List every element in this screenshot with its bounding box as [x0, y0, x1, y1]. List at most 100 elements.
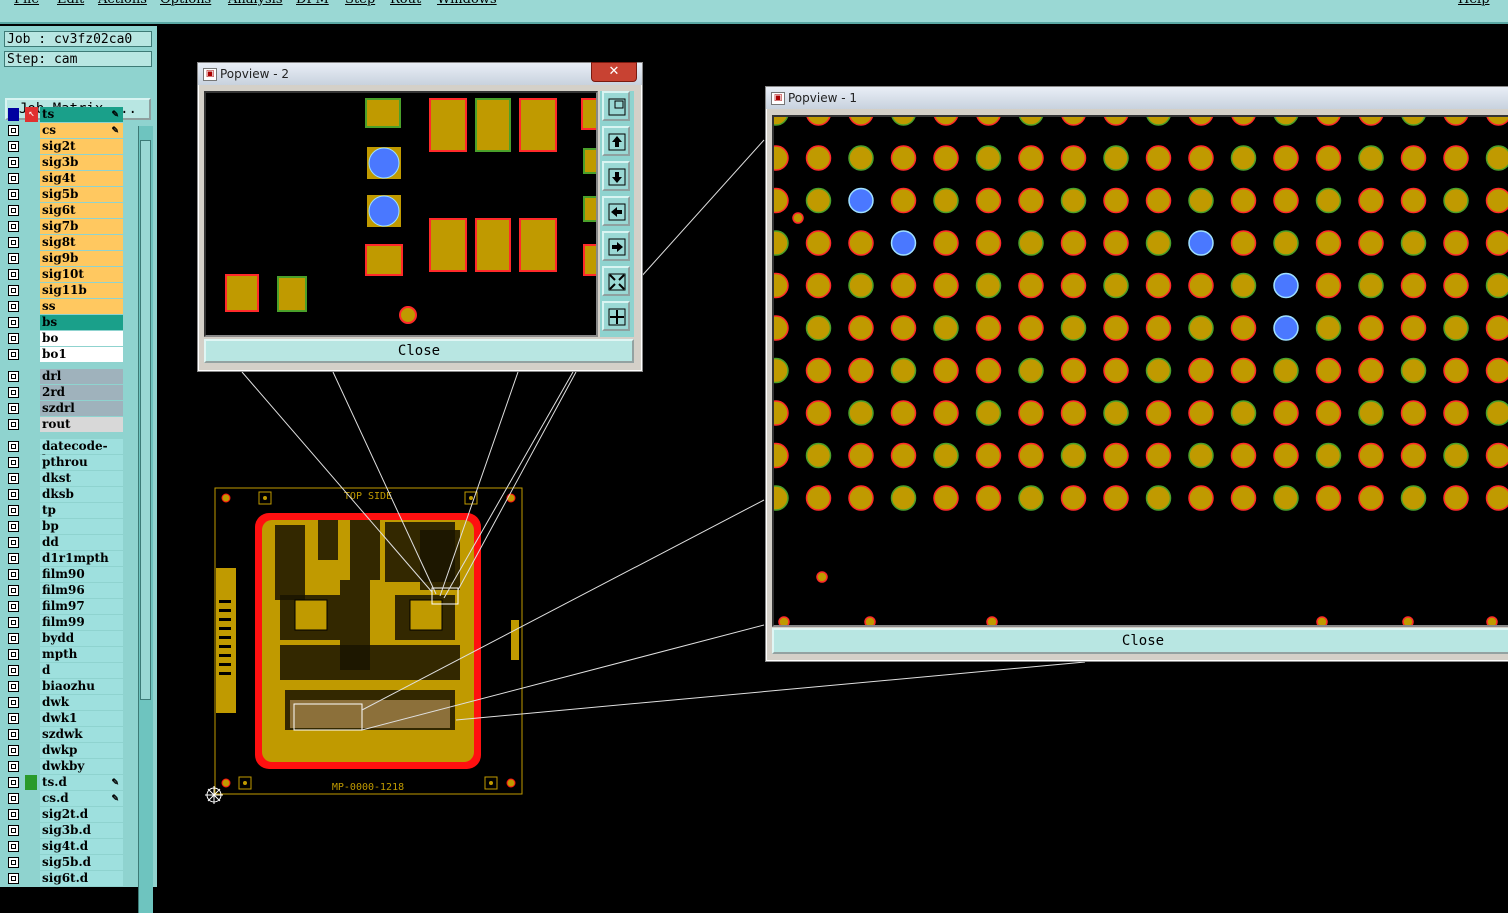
layer-row-ss[interactable]: ss [5, 299, 125, 315]
layer-name[interactable]: sig4t [40, 171, 123, 186]
zoom-home-button[interactable] [602, 301, 630, 331]
layer-name[interactable]: bp [40, 519, 123, 534]
layer-checkbox[interactable] [8, 221, 19, 232]
layer-checkbox[interactable] [8, 697, 19, 708]
layer-checkbox[interactable] [8, 585, 19, 596]
layer-name[interactable]: bo1 [40, 347, 123, 362]
layer-row-dwk[interactable]: dwk [5, 695, 125, 711]
layer-name[interactable]: ss [40, 299, 123, 314]
layer-row-dwk1[interactable]: dwk1 [5, 711, 125, 727]
layer-row-dd[interactable]: dd [5, 535, 125, 551]
layer-name[interactable]: dkst [40, 471, 123, 486]
layer-name[interactable]: sig4t.d [40, 839, 123, 854]
layer-checkbox[interactable] [8, 729, 19, 740]
layer-checkbox[interactable] [8, 521, 19, 532]
layer-checkbox[interactable] [8, 317, 19, 328]
layer-name[interactable]: sig3b [40, 155, 123, 170]
menu-analysis[interactable]: Analysis [228, 0, 283, 7]
layer-name[interactable]: cs✎ [40, 123, 123, 138]
layer-name[interactable]: pthrou [40, 455, 123, 470]
close-icon[interactable]: ✕ [591, 62, 637, 82]
layer-row-ts[interactable]: ts✎↖ [5, 107, 125, 123]
layer-name[interactable]: film90 [40, 567, 123, 582]
layer-checkbox[interactable] [8, 387, 19, 398]
layer-name[interactable]: mpth [40, 647, 123, 662]
layer-name[interactable]: d [40, 663, 123, 678]
layer-row-cs[interactable]: cs✎ [5, 123, 125, 139]
layer-row-bs[interactable]: bs [5, 315, 125, 331]
layer-row-dksb[interactable]: dksb [5, 487, 125, 503]
layer-checkbox[interactable] [8, 777, 19, 788]
layer-checkbox[interactable] [8, 825, 19, 836]
layer-row-sig6t.d[interactable]: sig6t.d [5, 871, 125, 887]
layer-checkbox[interactable] [8, 333, 19, 344]
popview-1-view[interactable] [772, 115, 1508, 627]
layer-row-drl[interactable]: drl [5, 369, 125, 385]
menu-options[interactable]: Options [160, 0, 211, 7]
layer-checkbox[interactable] [8, 617, 19, 628]
layer-row-dkst[interactable]: dkst [5, 471, 125, 487]
layer-name[interactable]: sig5b.d [40, 855, 123, 870]
layer-name[interactable]: sig6t [40, 203, 123, 218]
layer-checkbox[interactable] [8, 569, 19, 580]
layer-checkbox[interactable] [8, 205, 19, 216]
layer-checkbox[interactable] [8, 649, 19, 660]
zoom-fit-button[interactable] [602, 266, 630, 296]
layer-checkbox[interactable] [8, 457, 19, 468]
layer-row-dwkp[interactable]: dwkp [5, 743, 125, 759]
layer-checkbox[interactable] [8, 873, 19, 884]
popview-1-titlebar[interactable]: ▣ Popview - 1 [766, 87, 1508, 109]
layer-checkbox[interactable] [8, 403, 19, 414]
layer-row-pthrou[interactable]: pthrou [5, 455, 125, 471]
layer-row-sig2t[interactable]: sig2t [5, 139, 125, 155]
menu-help[interactable]: Help [1458, 0, 1490, 7]
layer-name[interactable]: bo [40, 331, 123, 346]
layer-row-d1r1mpth[interactable]: d1r1mpth [5, 551, 125, 567]
layer-checkbox[interactable] [8, 301, 19, 312]
popview-2-view[interactable] [204, 91, 598, 337]
layer-checkbox[interactable] [8, 809, 19, 820]
layer-name[interactable]: sig2t.d [40, 807, 123, 822]
layer-name[interactable]: dwk [40, 695, 123, 710]
layer-checkbox[interactable] [8, 441, 19, 452]
layer-name[interactable]: d1r1mpth [40, 551, 123, 566]
layer-name[interactable]: sig11b [40, 283, 123, 298]
layer-name[interactable]: dwkp [40, 743, 123, 758]
layer-checkbox[interactable] [8, 419, 19, 430]
layer-name[interactable]: dwkby [40, 759, 123, 774]
layer-name[interactable]: rout [40, 417, 123, 432]
layer-row-tp[interactable]: tp [5, 503, 125, 519]
pan-down-button[interactable] [602, 161, 630, 191]
menu-edit[interactable]: Edit [57, 0, 84, 7]
layer-name[interactable]: film96 [40, 583, 123, 598]
layer-row-film97[interactable]: film97 [5, 599, 125, 615]
layer-name[interactable]: datecode-bo [40, 439, 123, 454]
layer-checkbox[interactable] [8, 505, 19, 516]
layer-checkbox[interactable] [8, 237, 19, 248]
menu-step[interactable]: Step [345, 0, 375, 7]
layer-row-sig3b[interactable]: sig3b [5, 155, 125, 171]
layer-name[interactable]: drl [40, 369, 123, 384]
layer-row-sig11b[interactable]: sig11b [5, 283, 125, 299]
layer-row-datecode-bo[interactable]: datecode-bo [5, 439, 125, 455]
layer-checkbox[interactable] [8, 371, 19, 382]
layer-checkbox[interactable] [8, 553, 19, 564]
layer-name[interactable]: dksb [40, 487, 123, 502]
layer-name[interactable]: 2rd [40, 385, 123, 400]
layer-row-bo[interactable]: bo [5, 331, 125, 347]
layer-name[interactable]: dd [40, 535, 123, 550]
pan-left-button[interactable] [602, 196, 630, 226]
layer-checkbox[interactable] [8, 601, 19, 612]
layer-row-sig3b.d[interactable]: sig3b.d [5, 823, 125, 839]
layer-row-film99[interactable]: film99 [5, 615, 125, 631]
layer-checkbox[interactable] [8, 253, 19, 264]
layer-checkbox[interactable] [8, 793, 19, 804]
layer-name[interactable]: bydd [40, 631, 123, 646]
layer-checkbox[interactable] [8, 761, 19, 772]
layer-checkbox[interactable] [8, 157, 19, 168]
layer-row-d[interactable]: d [5, 663, 125, 679]
pan-up-button[interactable] [602, 126, 630, 156]
layer-row-bydd[interactable]: bydd [5, 631, 125, 647]
layer-name[interactable]: ts✎ [40, 107, 123, 122]
layer-row-sig8t[interactable]: sig8t [5, 235, 125, 251]
